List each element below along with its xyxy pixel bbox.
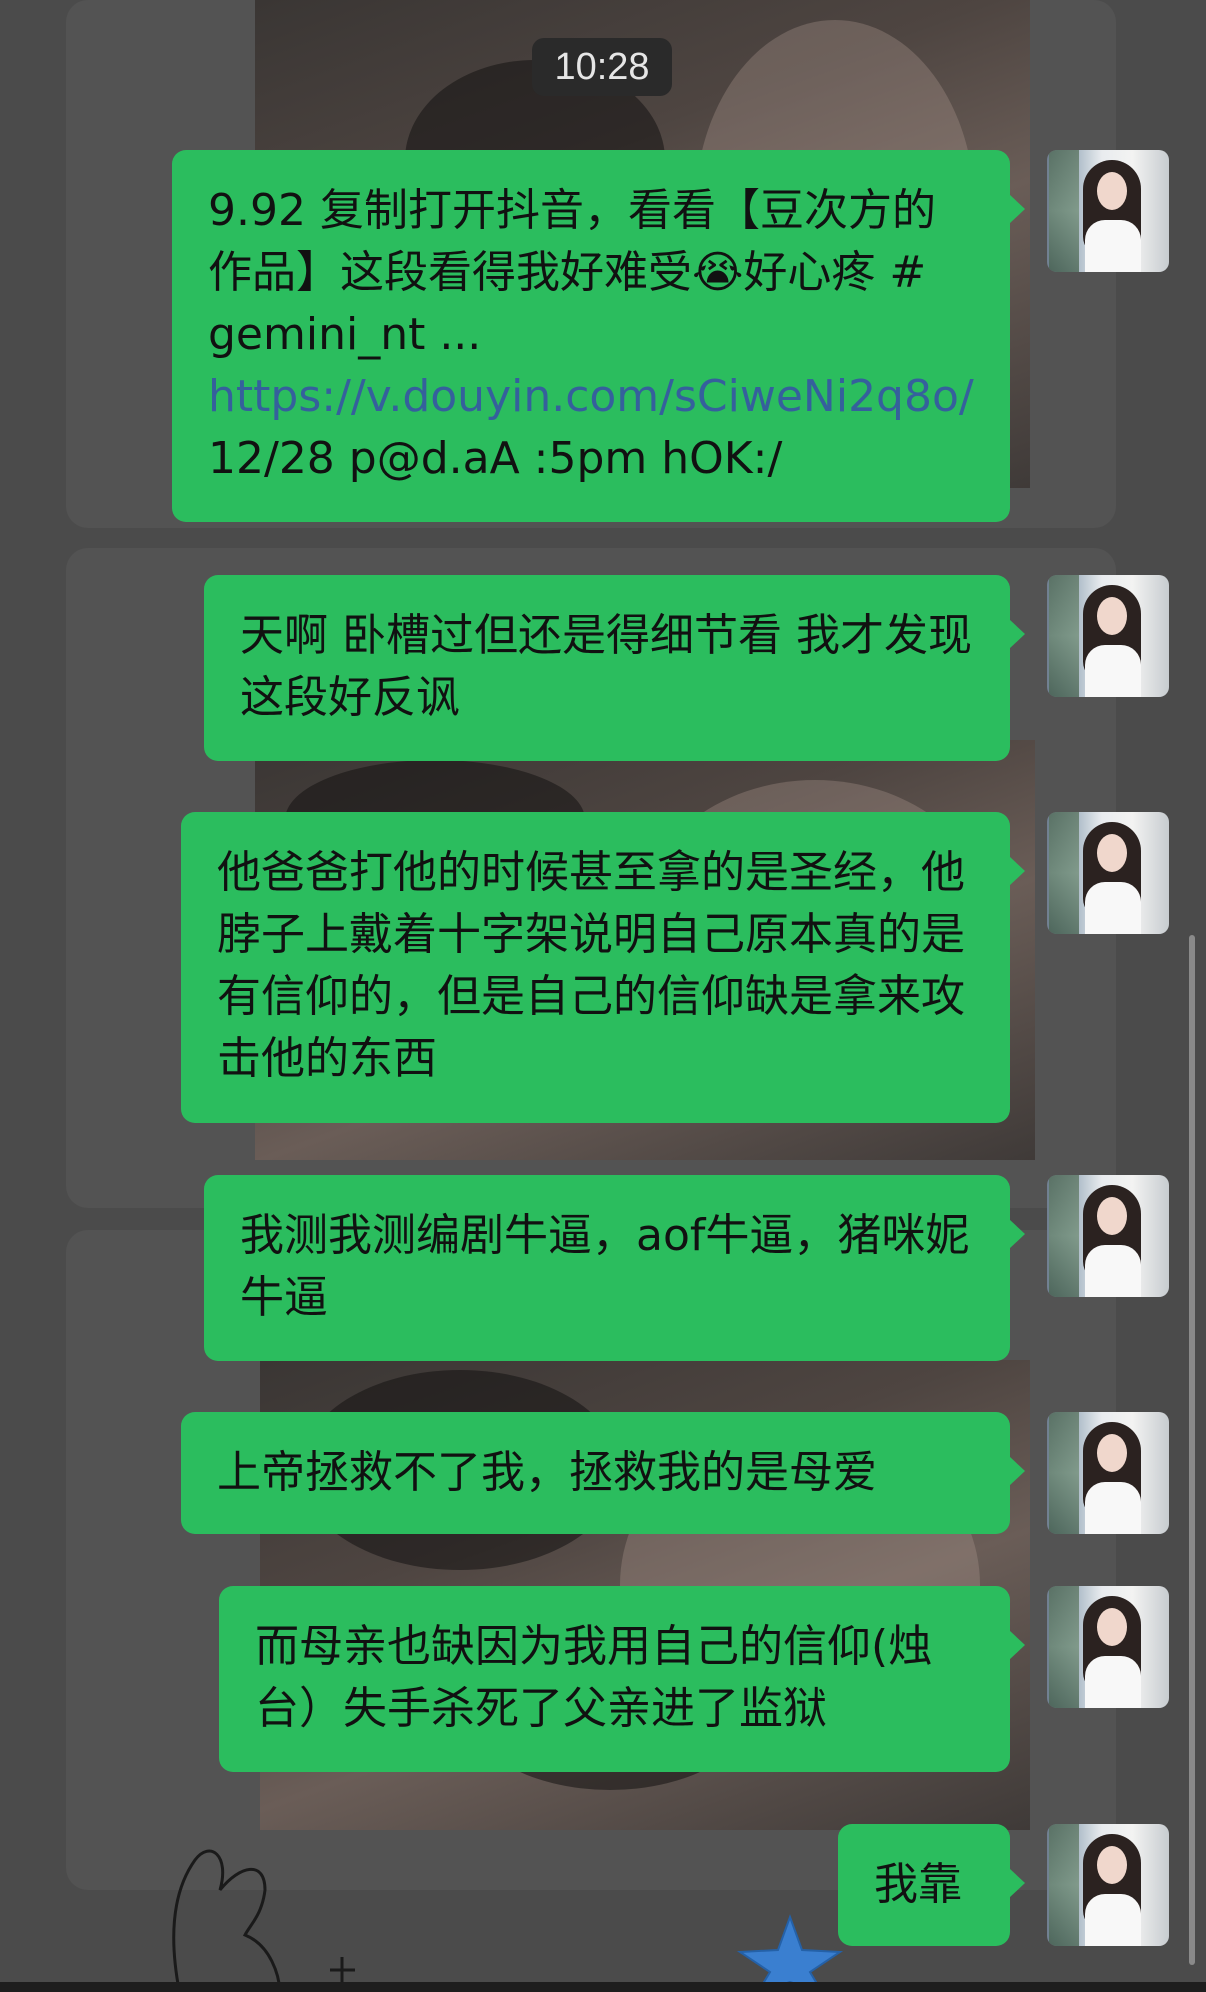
message-bubble[interactable]: 而母亲也缺因为我用自己的信仰(烛台）失手杀死了父亲进了监狱 xyxy=(219,1586,1025,1772)
user-avatar[interactable] xyxy=(1047,1824,1169,1946)
message-bubble[interactable]: 天啊 卧槽过但还是得细节看 我才发现这段好反讽 xyxy=(204,575,1025,761)
scrollbar[interactable] xyxy=(1189,935,1195,1965)
message-link[interactable]: https://v.douyin.com/sCiweNi2q8o/ xyxy=(208,371,974,422)
message-text: 而母亲也缺因为我用自己的信仰(烛台）失手杀死了父亲进了监狱 xyxy=(255,1621,933,1734)
message-text: 天啊 卧槽过但还是得细节看 我才发现这段好反讽 xyxy=(240,610,972,723)
message-bubble[interactable]: 我测我测编剧牛逼，aof牛逼，猪咪妮牛逼 xyxy=(204,1175,1025,1361)
user-avatar[interactable] xyxy=(1047,812,1169,934)
message-text: 我靠 xyxy=(874,1859,962,1910)
timestamp-label: 10:28 xyxy=(532,38,672,96)
message-text: 9.92 复制打开抖音，看看【豆次方的作品】这段看得我好难受😭好心疼 # gem… xyxy=(208,185,936,360)
message-text: 我测我测编剧牛逼，aof牛逼，猪咪妮牛逼 xyxy=(240,1210,970,1323)
user-avatar[interactable] xyxy=(1047,1412,1169,1534)
user-avatar[interactable] xyxy=(1047,1586,1169,1708)
user-avatar[interactable] xyxy=(1047,150,1169,272)
bunny-sticker-icon xyxy=(172,1849,355,1992)
star-sticker-icon xyxy=(736,1914,844,1992)
message-text: 上帝拯救不了我，拯救我的是母爱 xyxy=(217,1447,877,1498)
message-bubble[interactable]: 上帝拯救不了我，拯救我的是母爱 xyxy=(181,1412,1025,1534)
message-text: 12/28 p@d.aA :5pm hOK:/ xyxy=(208,433,783,484)
user-avatar[interactable] xyxy=(1047,575,1169,697)
screen-bottom-edge xyxy=(0,1982,1206,1992)
message-text: 他爸爸打他的时候甚至拿的是圣经，他脖子上戴着十字架说明自己原本真的是有信仰的，但… xyxy=(217,847,965,1084)
message-bubble[interactable]: 9.92 复制打开抖音，看看【豆次方的作品】这段看得我好难受😭好心疼 # gem… xyxy=(172,150,1025,522)
message-bubble[interactable]: 我靠 xyxy=(838,1824,1025,1946)
user-avatar[interactable] xyxy=(1047,1175,1169,1297)
message-bubble[interactable]: 他爸爸打他的时候甚至拿的是圣经，他脖子上戴着十字架说明自己原本真的是有信仰的，但… xyxy=(181,812,1025,1123)
